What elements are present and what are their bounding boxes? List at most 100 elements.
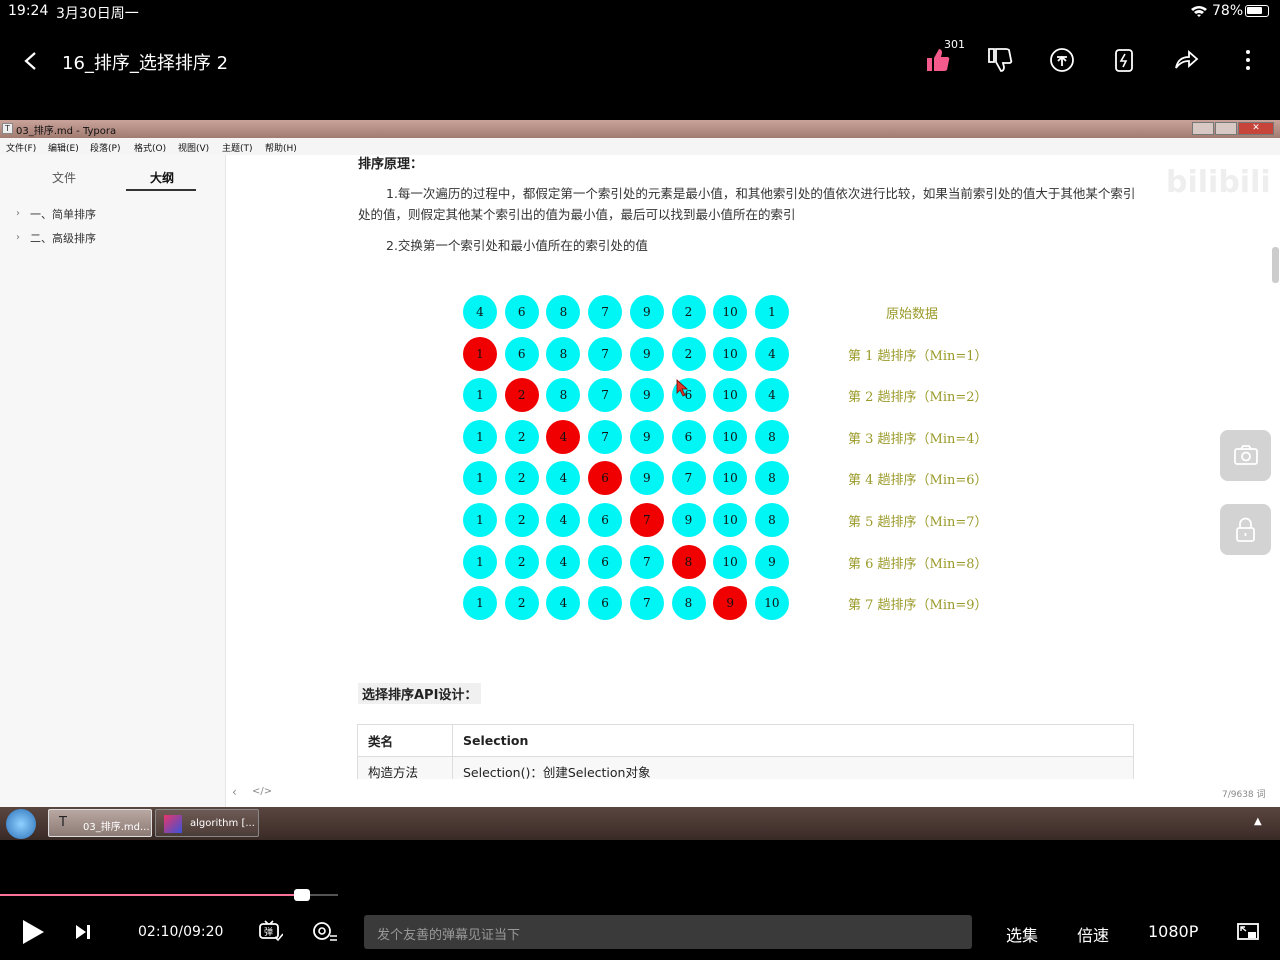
close-button[interactable]: ✕ xyxy=(1238,122,1274,135)
taskbar-item-intellij[interactable]: algorithm [... xyxy=(155,809,259,837)
value-circle: 9 xyxy=(629,461,664,496)
screenshot-button[interactable] xyxy=(1220,430,1271,481)
play-icon[interactable] xyxy=(20,918,46,946)
value-circle: 8 xyxy=(754,503,789,537)
pass-label: 第 2 趟排序（Min=2） xyxy=(848,390,988,406)
menu-theme[interactable]: 主题(T) xyxy=(222,141,253,154)
danmaku-settings-icon[interactable] xyxy=(310,918,338,944)
table-row: 类名 Selection xyxy=(357,724,1134,757)
min-value-circle: 6 xyxy=(588,461,623,496)
value-circle: 4 xyxy=(463,295,497,329)
playback-time: 02:10/09:20 xyxy=(138,924,224,940)
danmaku-toggle-icon[interactable]: 弹 xyxy=(257,918,283,944)
api-table: 类名 Selection 构造方法 Selection()：创建Selectio… xyxy=(357,724,1134,787)
dislike-icon[interactable] xyxy=(986,46,1014,74)
value-circle: 2 xyxy=(504,419,539,454)
value-circle: 7 xyxy=(588,336,623,371)
video-player-screen: 19:24 3月30日周一 78% 16_排序_选择排序 2 301 T 03_… xyxy=(0,0,1280,960)
expand-icon[interactable]: › xyxy=(16,208,20,219)
value-circle: 10 xyxy=(713,419,748,454)
episodes-button[interactable]: 选集 xyxy=(1006,922,1038,946)
typora-editor[interactable]: bilibili 排序原理： 1.每一次遍历的过程中，都假定第一个索引处的元素是… xyxy=(226,155,1280,807)
quality-button[interactable]: 1080P xyxy=(1148,922,1198,941)
outline-item-simple-sort[interactable]: 一、简单排序 xyxy=(30,206,96,222)
minimize-button[interactable] xyxy=(1192,122,1214,135)
progress-thumb[interactable] xyxy=(294,889,310,901)
coin-icon[interactable] xyxy=(1048,46,1076,74)
mouse-cursor-icon xyxy=(676,379,689,397)
menu-file[interactable]: 文件(F) xyxy=(6,141,36,154)
value-circle: 4 xyxy=(754,336,789,371)
lock-button[interactable] xyxy=(1220,504,1271,555)
pass-label: 第 6 趟排序（Min=8） xyxy=(848,556,988,572)
table-cell: Selection xyxy=(452,724,1134,757)
charge-icon[interactable] xyxy=(1110,46,1138,74)
value-circle: 7 xyxy=(629,586,664,621)
menu-format[interactable]: 格式(O) xyxy=(134,141,166,154)
taskbar-item-typora[interactable]: T 03_排序.md... xyxy=(48,809,152,837)
value-circle: 1 xyxy=(754,295,789,329)
value-circle: 6 xyxy=(588,544,623,579)
value-circle: 2 xyxy=(504,544,539,579)
sidebar-toggle-icon[interactable]: ‹ xyxy=(232,785,237,799)
value-circle: 4 xyxy=(754,378,789,413)
value-circle: 7 xyxy=(588,419,623,454)
video-frame[interactable]: T 03_排序.md - Typora ✕ 文件(F) 编辑(E) 段落(P) … xyxy=(0,120,1280,840)
typora-app-icon: T xyxy=(2,123,13,134)
next-icon[interactable] xyxy=(74,922,92,942)
value-circle: 7 xyxy=(671,461,706,496)
menu-view[interactable]: 视图(V) xyxy=(178,141,209,154)
video-title: 16_排序_选择排序 2 xyxy=(62,53,229,74)
taskbar-item-label: algorithm [... xyxy=(190,818,255,829)
pass-label: 第 3 趟排序（Min=4） xyxy=(848,431,988,447)
scrollbar-thumb[interactable] xyxy=(1272,247,1279,283)
selection-sort-diagram: 4 6 8 7 9 2 10 1 原始数据 1 6 8 7 9 2 10 4 第 1 趟排序（Min=1） 1 2 8 7… xyxy=(226,155,1280,655)
typora-taskbar-icon: T xyxy=(59,815,67,830)
value-circle: 6 xyxy=(504,336,539,371)
expand-icon[interactable]: › xyxy=(16,232,20,243)
share-icon[interactable] xyxy=(1172,46,1200,74)
svg-text:弹: 弹 xyxy=(264,926,273,938)
more-icon[interactable] xyxy=(1236,46,1264,74)
min-value-circle: 2 xyxy=(504,378,539,413)
back-icon[interactable] xyxy=(20,50,42,72)
tab-files[interactable]: 文件 xyxy=(52,169,76,186)
value-circle: 8 xyxy=(754,461,789,496)
danmaku-input[interactable]: 发个友善的弹幕见证当下 xyxy=(364,915,972,949)
taskbar-item-label: 03_排序.md... xyxy=(83,822,150,833)
value-circle: 10 xyxy=(754,586,789,621)
value-circle: 6 xyxy=(504,295,539,329)
camera-icon xyxy=(1234,445,1258,465)
menu-edit[interactable]: 编辑(E) xyxy=(48,141,79,154)
value-circle: 8 xyxy=(546,378,581,413)
min-value-circle: 9 xyxy=(713,586,748,621)
pip-icon[interactable] xyxy=(1236,920,1260,944)
tray-expand-icon[interactable]: ▲ xyxy=(1254,816,1262,827)
table-cell: 类名 xyxy=(357,724,453,757)
min-value-circle: 7 xyxy=(629,503,664,537)
value-circle: 7 xyxy=(588,378,623,413)
outline-item-advanced-sort[interactable]: 二、高级排序 xyxy=(30,230,96,246)
intellij-icon xyxy=(164,815,182,833)
menu-paragraph[interactable]: 段落(P) xyxy=(90,141,120,154)
battery-percent: 78% xyxy=(1212,3,1244,19)
speed-button[interactable]: 倍速 xyxy=(1077,922,1109,946)
start-button[interactable] xyxy=(6,809,36,839)
windows-taskbar: T 03_排序.md... algorithm [... ▲ xyxy=(0,807,1280,840)
maximize-button[interactable] xyxy=(1215,122,1237,135)
value-circle: 7 xyxy=(629,544,664,579)
value-circle: 1 xyxy=(463,378,497,413)
value-circle: 10 xyxy=(713,544,748,579)
tab-outline[interactable]: 大纲 xyxy=(150,169,174,186)
min-value-circle: 8 xyxy=(671,544,706,579)
progress-fill xyxy=(0,894,302,896)
status-date: 3月30日周一 xyxy=(56,6,139,22)
source-mode-icon[interactable]: </> xyxy=(252,786,272,797)
window-title: 03_排序.md - Typora xyxy=(16,126,117,137)
value-circle: 10 xyxy=(713,378,748,413)
value-circle: 4 xyxy=(546,461,581,496)
value-circle: 2 xyxy=(504,461,539,496)
value-circle: 1 xyxy=(463,419,497,454)
menu-help[interactable]: 帮助(H) xyxy=(265,141,297,154)
value-circle: 2 xyxy=(504,503,539,537)
